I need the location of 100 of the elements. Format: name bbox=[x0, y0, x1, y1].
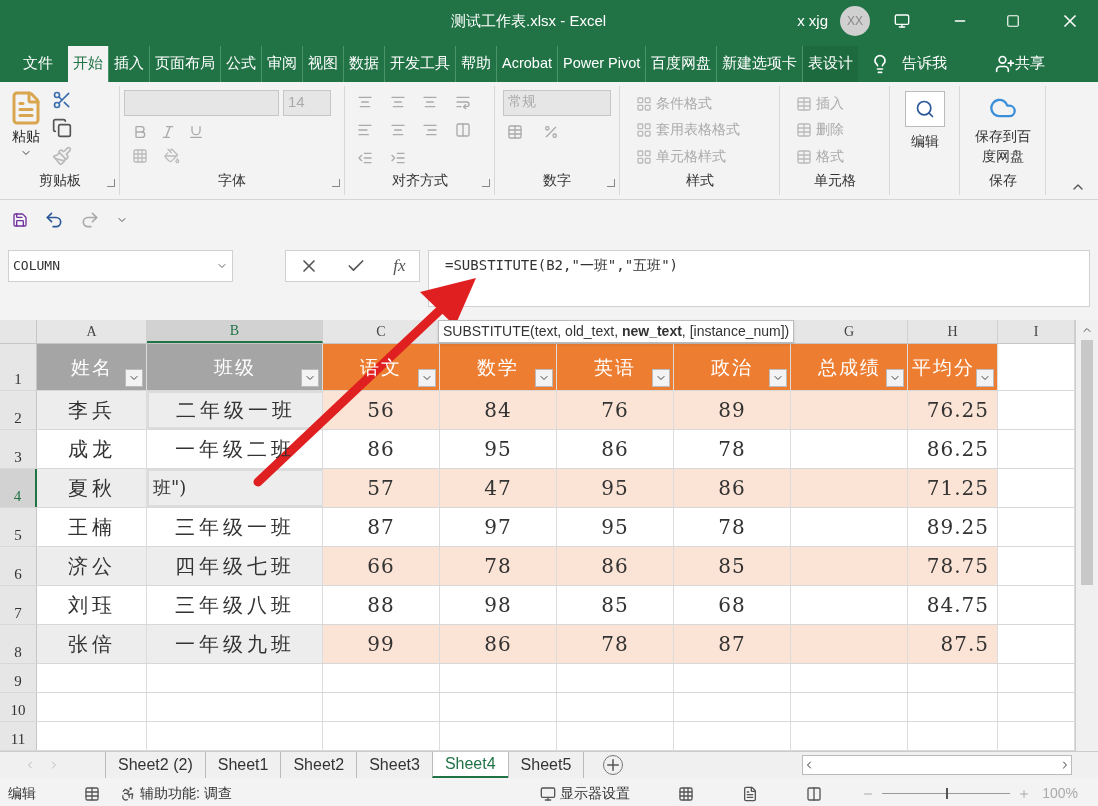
cell-icon[interactable] bbox=[796, 148, 812, 165]
sheet-tab[interactable]: Sheet4 bbox=[431, 752, 508, 778]
page-break-icon[interactable] bbox=[806, 785, 823, 802]
align-left-icon[interactable] bbox=[357, 122, 373, 138]
ribbon-tab[interactable]: 文件 bbox=[18, 46, 58, 82]
row-header[interactable]: 2 bbox=[0, 391, 37, 429]
filter-button[interactable] bbox=[769, 369, 787, 387]
editing-button[interactable]: 编辑 bbox=[910, 131, 939, 152]
border-icon[interactable] bbox=[132, 148, 148, 164]
row-header[interactable]: 7 bbox=[0, 586, 37, 624]
search-icon[interactable] bbox=[914, 99, 935, 119]
ribbon-display-icon[interactable] bbox=[894, 13, 910, 29]
fill-color-icon[interactable] bbox=[164, 148, 180, 164]
paste-button[interactable]: 粘贴 bbox=[12, 126, 40, 147]
table-cell: 二年级一班 bbox=[147, 391, 323, 429]
table-header-cell-text: 班级 bbox=[213, 354, 256, 380]
display-settings-button[interactable]: 显示器设置 bbox=[560, 783, 631, 804]
percent-icon[interactable] bbox=[543, 124, 559, 140]
row-header[interactable]: 5 bbox=[0, 508, 37, 546]
accessibility-icon[interactable] bbox=[120, 785, 136, 802]
ribbon-tab[interactable]: 表设计 bbox=[802, 46, 859, 82]
row-header[interactable]: 11 bbox=[0, 722, 37, 750]
row-header[interactable]: 8 bbox=[0, 625, 37, 663]
outdent-icon[interactable] bbox=[357, 150, 373, 166]
redo-icon[interactable] bbox=[80, 210, 100, 230]
ribbon-tab[interactable]: Acrobat bbox=[496, 46, 557, 82]
table-cell: 李兵 bbox=[37, 391, 147, 429]
row-header[interactable]: 10 bbox=[0, 693, 37, 721]
ribbon-tab[interactable]: 帮助 bbox=[455, 46, 496, 82]
column-header[interactable]: H bbox=[908, 320, 998, 343]
underline-icon[interactable] bbox=[188, 124, 204, 140]
horizontal-scrollbar[interactable] bbox=[802, 755, 1072, 775]
scissors-icon[interactable] bbox=[52, 90, 72, 110]
wrap-text-icon[interactable] bbox=[454, 94, 471, 110]
style-icon[interactable] bbox=[636, 148, 652, 165]
align-center-icon[interactable] bbox=[389, 122, 406, 138]
bold-icon[interactable] bbox=[132, 124, 148, 140]
function-icon[interactable]: fx bbox=[393, 253, 406, 279]
filter-button[interactable] bbox=[976, 369, 994, 387]
cell-icon[interactable] bbox=[796, 96, 812, 113]
align-middle-icon[interactable] bbox=[389, 94, 406, 110]
row-header[interactable]: 1 bbox=[0, 344, 37, 390]
align-bottom-icon[interactable] bbox=[422, 94, 438, 110]
filter-button[interactable] bbox=[535, 369, 553, 387]
brush-icon[interactable] bbox=[52, 146, 72, 166]
name-box[interactable]: COLUMN bbox=[8, 250, 233, 282]
font-name-field[interactable] bbox=[124, 90, 279, 116]
align-top-icon[interactable] bbox=[357, 94, 373, 110]
row-header[interactable]: 4 bbox=[0, 469, 37, 507]
ribbon-tab[interactable]: 数据 bbox=[343, 46, 384, 82]
zoom-in-icon[interactable] bbox=[1018, 787, 1031, 800]
save-to-cloud-button[interactable]: 保存到百度网盘 bbox=[970, 126, 1035, 166]
ribbon-tab[interactable]: 插入 bbox=[108, 46, 149, 82]
filter-button[interactable] bbox=[418, 369, 436, 387]
dialog-launcher-icon[interactable] bbox=[332, 179, 340, 187]
filter-button[interactable] bbox=[125, 369, 143, 387]
ribbon-tab[interactable]: 开始 bbox=[68, 46, 108, 82]
align-right-icon[interactable] bbox=[422, 122, 438, 138]
table-header-cell-text: 总成绩 bbox=[817, 354, 881, 380]
vertical-scrollbar[interactable] bbox=[1081, 340, 1093, 585]
row-header[interactable]: 6 bbox=[0, 547, 37, 585]
style-icon[interactable] bbox=[636, 122, 652, 139]
table-header-cell-text: 姓名 bbox=[70, 354, 113, 380]
save-icon[interactable] bbox=[12, 212, 28, 228]
filter-button[interactable] bbox=[301, 369, 319, 387]
ribbon-tab[interactable]: 公式 bbox=[220, 46, 261, 82]
dialog-launcher-icon[interactable] bbox=[107, 179, 115, 187]
row-header[interactable]: 9 bbox=[0, 664, 37, 692]
merge-icon[interactable] bbox=[454, 122, 471, 138]
table-header-cell-text: 语文 bbox=[360, 354, 402, 380]
column-header[interactable]: B bbox=[147, 320, 323, 343]
italic-icon[interactable] bbox=[160, 124, 176, 140]
dialog-launcher-icon[interactable] bbox=[482, 179, 490, 187]
zoom-slider-thumb[interactable] bbox=[946, 788, 949, 799]
ribbon-tab[interactable]: 页面布局 bbox=[149, 46, 220, 82]
ribbon-group-label: 单元格 bbox=[813, 171, 856, 190]
formula-field[interactable]: =SUBSTITUTE(B2,"一班","五班") bbox=[428, 250, 1090, 307]
ribbon-tab[interactable]: 百度网盘 bbox=[645, 46, 717, 82]
row-header[interactable]: 3 bbox=[0, 430, 37, 468]
dialog-launcher-icon[interactable] bbox=[607, 179, 615, 187]
monitor-icon[interactable] bbox=[540, 785, 557, 802]
tell-me-link[interactable]: 告诉我 bbox=[902, 53, 948, 75]
maximize-icon[interactable] bbox=[1006, 14, 1020, 28]
table-cell: 班") bbox=[147, 469, 323, 507]
undo-icon[interactable] bbox=[44, 210, 64, 230]
ribbon-tab[interactable]: Power Pivot bbox=[557, 46, 646, 82]
ribbon-tab[interactable]: 开发工具 bbox=[384, 46, 455, 82]
page-layout-icon[interactable] bbox=[742, 785, 759, 802]
ribbon-tab[interactable]: 视图 bbox=[302, 46, 343, 82]
filter-button[interactable] bbox=[652, 369, 670, 387]
accessibility-status[interactable]: 辅助功能: 调查 bbox=[140, 783, 232, 804]
style-icon[interactable] bbox=[636, 96, 652, 113]
normal-view-icon[interactable] bbox=[678, 785, 695, 802]
copy-icon[interactable] bbox=[52, 118, 72, 138]
cell-icon[interactable] bbox=[796, 122, 812, 139]
indent-icon[interactable] bbox=[389, 150, 406, 166]
share-icon[interactable] bbox=[995, 54, 1016, 74]
filter-button[interactable] bbox=[886, 369, 904, 387]
share-button[interactable]: 共享 bbox=[1015, 53, 1046, 75]
ribbon-tab[interactable]: 审阅 bbox=[261, 46, 302, 82]
